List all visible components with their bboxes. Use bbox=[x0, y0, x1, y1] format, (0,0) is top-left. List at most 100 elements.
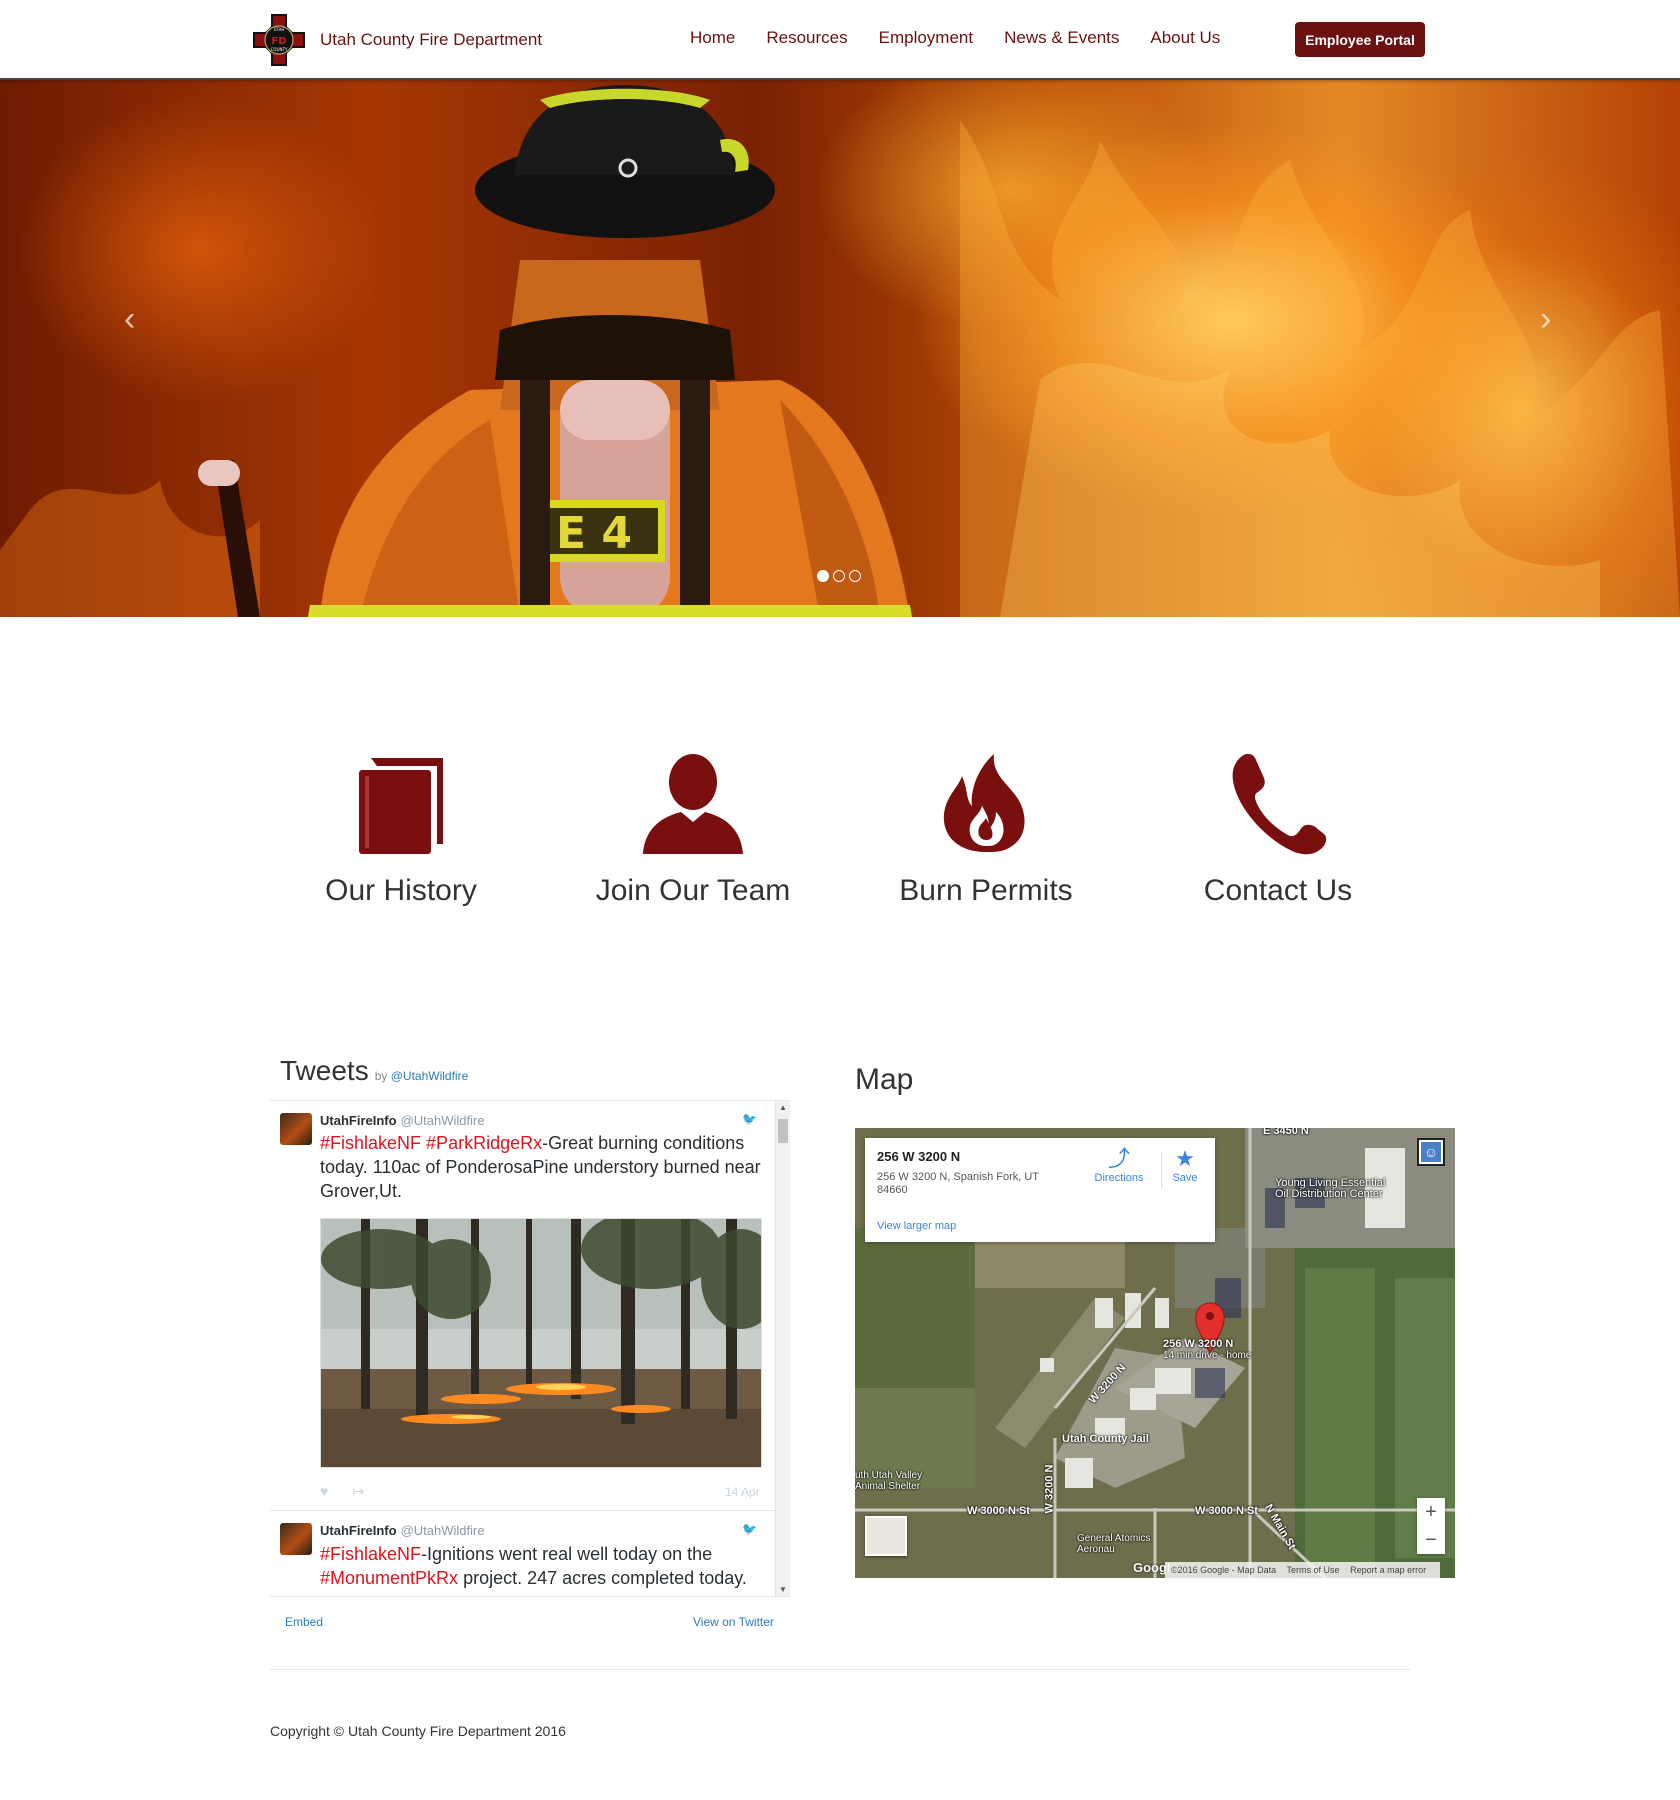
footer-divider bbox=[270, 1669, 1410, 1670]
timeline-scrollbar[interactable]: ▲ ▼ bbox=[775, 1101, 790, 1596]
twitter-bird-icon[interactable]: 🐦 bbox=[742, 1522, 757, 1536]
map-label-w3200n-vertical: W 3200 N bbox=[1043, 1464, 1056, 1514]
logo-text-bottom: COUNTY bbox=[271, 47, 288, 52]
tweets-by-prefix: by bbox=[374, 1069, 388, 1083]
feature-label[interactable]: Our History bbox=[276, 874, 526, 908]
tweets-title: Tweets bbox=[280, 1055, 369, 1086]
logo-text-mid: FD bbox=[271, 36, 286, 47]
report-map-error-link[interactable]: Report a map error bbox=[1350, 1565, 1426, 1575]
hashtag[interactable]: #MonumentPkRx bbox=[320, 1568, 458, 1588]
map-label-e3450n: E 3450 N bbox=[1263, 1128, 1309, 1137]
tweet-body: project. 247 acres completed today. bbox=[458, 1568, 747, 1588]
map-label-jail: Utah County Jail bbox=[1062, 1433, 1149, 1445]
logo-text-top: UTAH bbox=[274, 27, 285, 32]
carousel-dot-2[interactable] bbox=[833, 570, 845, 582]
directions-label: Directions bbox=[1094, 1172, 1144, 1184]
tweet-header: UtahFireInfo @UtahWildfire bbox=[320, 1113, 485, 1128]
zoom-in-button[interactable]: + bbox=[1417, 1498, 1445, 1526]
carousel-dot-3[interactable] bbox=[849, 570, 861, 582]
map-label-shelter: uth Utah Valley Animal Shelter bbox=[855, 1470, 923, 1492]
person-icon: ☺ bbox=[1421, 1142, 1441, 1162]
tweets-byline: by @UtahWildfire bbox=[375, 1069, 469, 1083]
terms-of-use-link[interactable]: Terms of Use bbox=[1287, 1565, 1340, 1575]
view-on-twitter-link[interactable]: View on Twitter bbox=[693, 1615, 774, 1629]
like-heart-icon[interactable]: ♥ bbox=[320, 1483, 328, 1499]
zoom-out-button[interactable]: − bbox=[1417, 1526, 1445, 1554]
user-icon bbox=[643, 754, 743, 854]
zoom-control: + − bbox=[1417, 1498, 1445, 1554]
save-label: Save bbox=[1172, 1172, 1198, 1184]
feature-label[interactable]: Burn Permits bbox=[861, 874, 1111, 908]
nav-news-events[interactable]: News & Events bbox=[1004, 28, 1119, 48]
map-card-address: 256 W 3200 N, Spanish Fork, UT 84660 bbox=[877, 1171, 1039, 1196]
map-data-credit: ©2016 Google - Map Data bbox=[1171, 1565, 1277, 1575]
feature-our-history[interactable]: Our History bbox=[276, 752, 526, 908]
hashtag[interactable]: #FishlakeNF bbox=[320, 1544, 421, 1564]
feature-label[interactable]: Contact Us bbox=[1153, 874, 1403, 908]
tank-label: E 4 bbox=[556, 508, 632, 559]
feature-join-our-team[interactable]: Join Our Team bbox=[568, 752, 818, 908]
map-label-general-atomics: General Atomics Aeronau bbox=[1077, 1533, 1151, 1555]
tweet-handle[interactable]: @UtahWildfire bbox=[401, 1113, 485, 1128]
tweet-author[interactable]: UtahFireInfo bbox=[320, 1523, 397, 1538]
tweet-body: -Ignitions went real well today on the bbox=[421, 1544, 713, 1564]
twitter-timeline[interactable]: UtahFireInfo @UtahWildfire 🐦 #FishlakeNF … bbox=[270, 1100, 790, 1597]
carousel-next-icon[interactable]: › bbox=[1540, 300, 1551, 339]
fire-department-logo: UTAH FD COUNTY bbox=[253, 14, 305, 66]
tweets-by-handle[interactable]: @UtahWildfire bbox=[391, 1069, 469, 1083]
hashtag[interactable]: #FishlakeNF bbox=[320, 1133, 421, 1153]
brand[interactable]: UTAH FD COUNTY Utah County Fire Departme… bbox=[253, 14, 542, 66]
directions-icon: ⤴ bbox=[1107, 1146, 1130, 1171]
carousel-dot-1[interactable] bbox=[817, 570, 829, 582]
nav-resources[interactable]: Resources bbox=[766, 28, 847, 48]
map-card-title: 256 W 3200 N bbox=[877, 1149, 961, 1164]
avatar[interactable] bbox=[280, 1523, 312, 1555]
google-map[interactable]: E 3450 N Young Living Essential Oil Dist… bbox=[855, 1128, 1455, 1578]
tweet-header: UtahFireInfo @UtahWildfire bbox=[320, 1523, 485, 1538]
map-label-pin-drive: 14 min drive - home bbox=[1163, 1350, 1252, 1361]
tweet-text: #FishlakeNF-Ignitions went real well tod… bbox=[320, 1542, 770, 1590]
tweet-date[interactable]: 14 Apr bbox=[725, 1485, 760, 1499]
book-icon bbox=[359, 758, 443, 854]
copyright: Copyright © Utah County Fire Department … bbox=[270, 1723, 566, 1739]
nav-employment[interactable]: Employment bbox=[879, 28, 973, 48]
scroll-thumb[interactable] bbox=[778, 1119, 788, 1143]
directions-button[interactable]: ⤴ Directions bbox=[1089, 1146, 1149, 1184]
feature-label[interactable]: Join Our Team bbox=[568, 874, 818, 908]
street-view-pegman[interactable]: ☺ bbox=[1417, 1138, 1445, 1166]
embed-link[interactable]: Embed bbox=[285, 1615, 323, 1629]
nav-about-us[interactable]: About Us bbox=[1150, 28, 1220, 48]
hashtag[interactable]: #ParkRidgeRx bbox=[426, 1133, 542, 1153]
carousel-indicators bbox=[817, 570, 861, 582]
site-name[interactable]: Utah County Fire Department bbox=[320, 30, 542, 50]
tweet-actions: ♥ ↦ bbox=[320, 1483, 388, 1500]
firefighter-illustration: E 4 bbox=[0, 85, 1680, 617]
map-card-divider bbox=[1161, 1152, 1162, 1188]
scroll-up-icon[interactable]: ▲ bbox=[779, 1103, 787, 1112]
scroll-down-icon[interactable]: ▼ bbox=[779, 1585, 787, 1594]
employee-portal-button[interactable]: Employee Portal bbox=[1295, 22, 1425, 57]
map-title: Map bbox=[855, 1063, 914, 1096]
forest-fire-photo bbox=[321, 1219, 761, 1467]
map-label-w3000n-right: W 3000 N St bbox=[1195, 1505, 1258, 1517]
feature-burn-permits[interactable]: Burn Permits bbox=[861, 752, 1111, 908]
map-label-w3000n-left: W 3000 N St bbox=[967, 1505, 1030, 1517]
twitter-bird-icon[interactable]: 🐦 bbox=[742, 1112, 757, 1126]
tweets-heading: Tweets by @UtahWildfire bbox=[280, 1055, 468, 1087]
phone-icon bbox=[1232, 753, 1327, 855]
tweet-author[interactable]: UtahFireInfo bbox=[320, 1113, 397, 1128]
tweet-divider bbox=[270, 1510, 775, 1511]
map-info-card: 256 W 3200 N 256 W 3200 N, Spanish Fork,… bbox=[865, 1138, 1215, 1242]
nav-home[interactable]: Home bbox=[690, 28, 735, 48]
tweet-photo[interactable] bbox=[320, 1218, 762, 1468]
tweet-text: #FishlakeNF #ParkRidgeRx-Great burning c… bbox=[320, 1131, 770, 1203]
view-larger-map-link[interactable]: View larger map bbox=[877, 1220, 956, 1232]
avatar[interactable] bbox=[280, 1113, 312, 1145]
feature-contact-us[interactable]: Contact Us bbox=[1153, 752, 1403, 908]
carousel-prev-icon[interactable]: ‹ bbox=[124, 300, 135, 339]
map-label-pin-address: 256 W 3200 N bbox=[1163, 1338, 1234, 1350]
map-type-thumbnail[interactable] bbox=[865, 1516, 907, 1556]
save-button[interactable]: ★ Save bbox=[1165, 1146, 1205, 1184]
share-icon[interactable]: ↦ bbox=[352, 1483, 364, 1499]
tweet-handle[interactable]: @UtahWildfire bbox=[401, 1523, 485, 1538]
